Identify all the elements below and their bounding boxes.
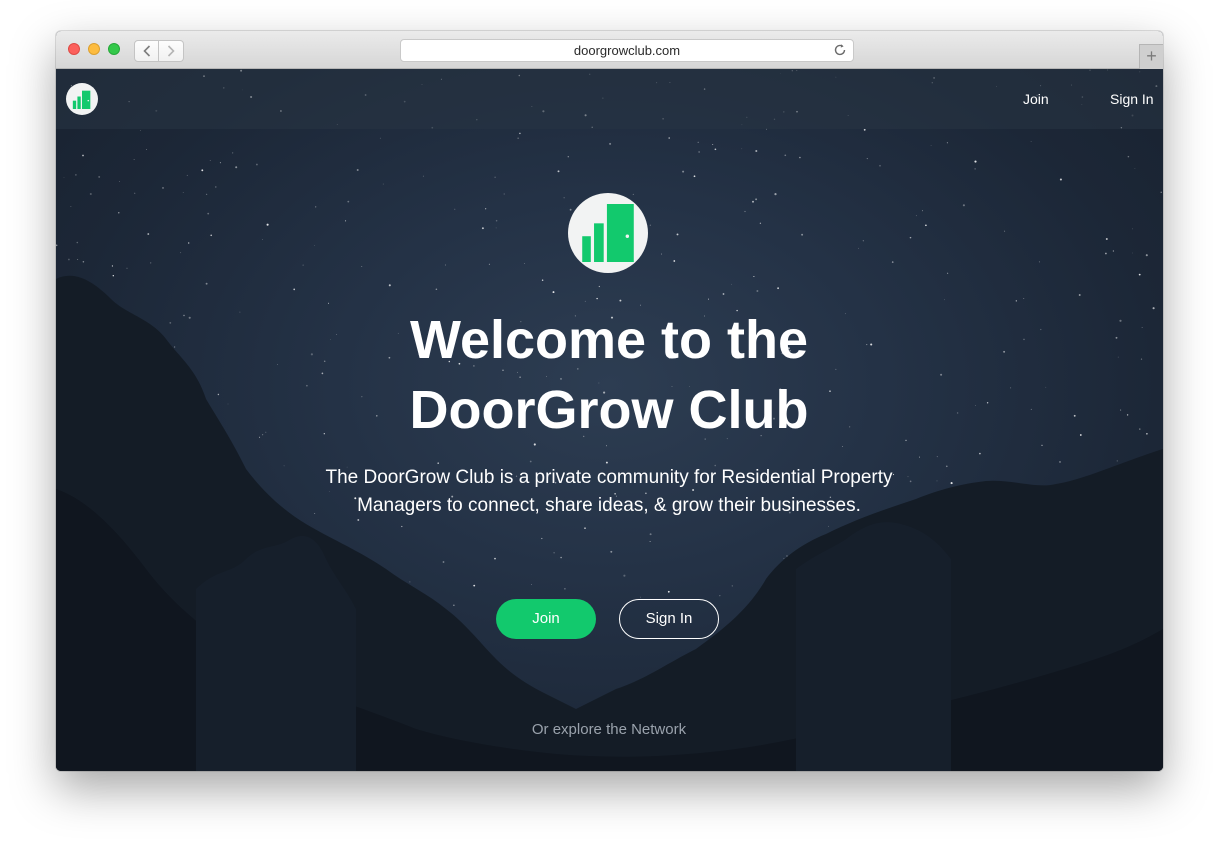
chevron-right-icon	[167, 45, 175, 57]
browser-window: doorgrowclub.com + Join Sign In Welcome …	[56, 31, 1163, 771]
hero-subtitle: The DoorGrow Club is a private community…	[325, 467, 893, 516]
page-content: Join Sign In Welcome to the DoorGrow Clu…	[56, 69, 1163, 771]
zoom-window-button[interactable]	[108, 43, 120, 55]
doorgrow-logo-icon[interactable]	[66, 83, 98, 115]
new-tab-button[interactable]: +	[1139, 44, 1163, 69]
url-text: doorgrowclub.com	[573, 43, 681, 58]
address-bar[interactable]: doorgrowclub.com	[400, 39, 854, 62]
back-button[interactable]	[134, 40, 159, 62]
nav-signin-link[interactable]: Sign In	[1110, 90, 1154, 108]
minimize-window-button[interactable]	[88, 43, 100, 55]
forward-button[interactable]	[159, 40, 184, 62]
explore-network-link[interactable]: Or explore the Network	[459, 720, 759, 740]
join-button[interactable]: Join	[496, 599, 596, 639]
signin-button[interactable]: Sign In	[619, 599, 719, 639]
hero-title: Welcome to the DoorGrow Club	[409, 310, 809, 440]
reload-icon[interactable]	[833, 43, 847, 57]
browser-titlebar: doorgrowclub.com +	[56, 31, 1163, 69]
doorgrow-logo-icon	[568, 193, 648, 273]
close-window-button[interactable]	[68, 43, 80, 55]
nav-join-link[interactable]: Join	[1023, 90, 1049, 108]
top-navigation-bar: Join Sign In	[56, 69, 1163, 129]
chevron-left-icon	[142, 45, 150, 57]
